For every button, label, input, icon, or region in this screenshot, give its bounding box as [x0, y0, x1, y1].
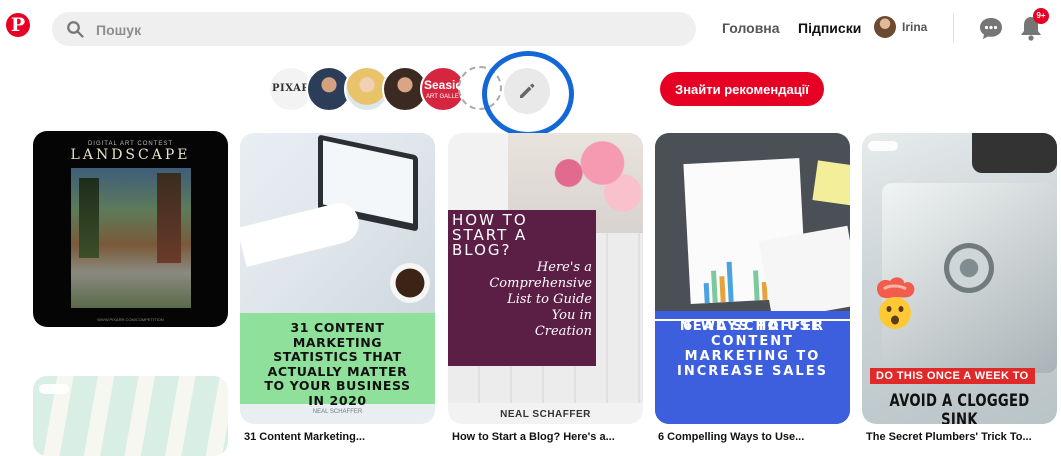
- seaside-label: Seasid: [424, 78, 463, 92]
- exploding-head-icon: [876, 277, 915, 329]
- pin-overlay-band: 31 CONTENT MARKETING STATISTICS THAT ACT…: [240, 313, 435, 407]
- pencil-icon: [520, 83, 535, 98]
- pin-credit: NEAL SCHAFFER: [500, 409, 591, 420]
- nav-home[interactable]: Головна: [722, 20, 780, 36]
- profile-name: Irina: [902, 20, 928, 34]
- pin-overlay-text: 31 CONTENT MARKETING STATISTICS THAT ACT…: [264, 320, 411, 408]
- pin-start-a-blog[interactable]: HOW TO START A BLOG? Here's a Comprehens…: [448, 133, 643, 424]
- search-icon: [67, 21, 84, 38]
- avatar: [874, 16, 896, 38]
- pin-landscape[interactable]: DIGITAL ART CONTEST LANDSCAPE WWW.PIXARR…: [33, 131, 228, 327]
- search-bar[interactable]: [52, 12, 696, 48]
- pin-credit: NEAL SCHAFFER: [312, 409, 363, 415]
- sticky-note-image: [812, 160, 850, 206]
- pin-clogged-sink[interactable]: DO THIS ONCE A WEEK TO AVOID A CLOGGED S…: [862, 133, 1057, 424]
- pin-artwork: [71, 168, 191, 308]
- pin-title[interactable]: 31 Content Marketing...: [244, 431, 365, 443]
- pin-overlay-title: HOW TO START A BLOG?: [452, 211, 528, 259]
- chat-icon[interactable]: [978, 15, 1004, 41]
- pin-footer: WWW.PIXARR.COM/COMPETITION: [97, 317, 164, 322]
- pin-credit: NEAL SCHAFFER: [679, 319, 826, 334]
- pin-title[interactable]: 6 Compelling Ways to Use...: [658, 431, 804, 443]
- source-logo: [868, 141, 898, 151]
- pin-marketing-sales[interactable]: 6 WAYS TO USE CONTENT MARKETING TO INCRE…: [655, 133, 850, 424]
- top-nav-bar: P Головна Підписки Irina 9+: [0, 0, 1061, 56]
- coffee-cup-image: [390, 263, 430, 303]
- pin-photo: [240, 133, 435, 313]
- nav-following[interactable]: Підписки: [798, 20, 861, 36]
- pin-title[interactable]: The Secret Plumbers' Trick To...: [866, 431, 1032, 443]
- header-divider: [953, 14, 954, 42]
- pinterest-logo[interactable]: P: [6, 13, 30, 37]
- find-recommendations-button[interactable]: Знайти рекомендації: [660, 72, 824, 106]
- pin-content-marketing[interactable]: 31 CONTENT MARKETING STATISTICS THAT ACT…: [240, 133, 435, 424]
- pin-tag: DO THIS ONCE A WEEK TO: [870, 368, 1035, 384]
- drain-image: [944, 243, 994, 293]
- pin-overlay-script: Here's a Comprehensive List to Guide You…: [489, 260, 592, 339]
- pin-overlay-panel: HOW TO START A BLOG? Here's a Comprehens…: [448, 210, 596, 366]
- source-logo: [39, 384, 69, 394]
- pin-overlay-band: 6 WAYS TO USE CONTENT MARKETING TO INCRE…: [655, 311, 850, 424]
- seaside-sublabel: ART GALLE: [426, 94, 459, 100]
- pin-heading: LANDSCAPE: [70, 147, 191, 163]
- arm-image: [240, 199, 364, 267]
- notebook-image: [758, 225, 850, 321]
- faucet-image: [972, 133, 1057, 173]
- edit-following-button[interactable]: [504, 68, 550, 114]
- pin-striped[interactable]: [33, 376, 228, 456]
- notification-badge: 9+: [1033, 8, 1049, 24]
- search-input[interactable]: [94, 12, 678, 48]
- pin-heading: AVOID A CLOGGED SINK: [889, 391, 1030, 424]
- pin-title[interactable]: How to Start a Blog? Here's a...: [452, 431, 615, 443]
